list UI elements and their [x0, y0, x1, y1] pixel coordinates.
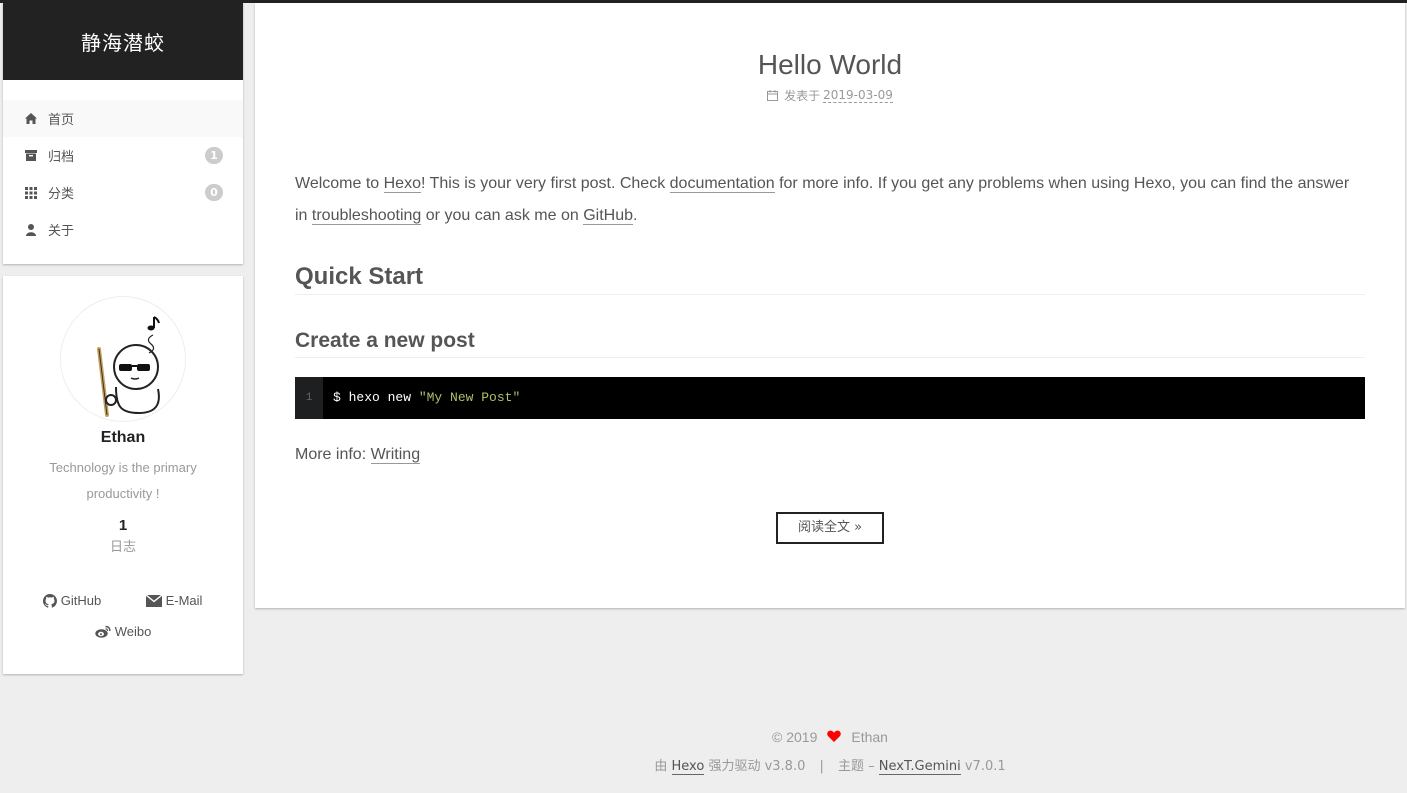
sidebar-header: 静海潜蛟 首页 归档 1 分类 0 关于 — [3, 3, 243, 264]
calendar-icon — [767, 90, 779, 101]
code-line-number: 1 — [295, 377, 323, 419]
menu-item-categories[interactable]: 分类 0 — [3, 174, 243, 211]
posts-count[interactable]: 1 — [3, 517, 243, 534]
code-line: $ hexo new "My New Post" — [323, 382, 520, 414]
author-avatar — [60, 296, 186, 422]
heading-create-post: Create a new post — [295, 327, 1365, 358]
copyright-text: © 2019 — [772, 729, 818, 745]
author-description: Technology is the primary productivity ! — [49, 460, 197, 501]
weibo-icon — [94, 625, 111, 638]
post-card: Hello World 发表于 2019-03-09 Welcome to He… — [255, 3, 1405, 608]
author-profile-card: Ethan Technology is the primary producti… — [3, 276, 243, 674]
read-more-wrap: 阅读全文 » — [295, 512, 1365, 544]
home-icon — [25, 113, 37, 125]
github-label: GitHub — [60, 593, 102, 608]
post-intro-paragraph: Welcome to Hexo! This is your very first… — [295, 168, 1365, 232]
weibo-label: Weibo — [114, 624, 152, 639]
theme-link[interactable]: NexT.Gemini — [878, 759, 961, 775]
read-more-button[interactable]: 阅读全文 » — [775, 512, 885, 544]
powered-suffix: 强力驱动 v3.8.0 — [708, 759, 806, 774]
menu-item-home[interactable]: 首页 — [3, 100, 243, 137]
code-command: $ hexo new — [333, 390, 419, 405]
code-string: "My New Post" — [418, 390, 521, 405]
posts-label[interactable]: 日志 — [3, 536, 243, 555]
weibo-link[interactable]: Weibo — [72, 616, 174, 647]
github-issues-link[interactable]: GitHub — [583, 207, 633, 225]
more-info: More info: Writing — [295, 439, 1365, 471]
footer-separator: | — [819, 759, 824, 774]
text: or you can ask me on — [421, 207, 584, 224]
post-title[interactable]: Hello World — [295, 47, 1365, 83]
heart-icon — [827, 729, 842, 745]
text: Welcome to — [295, 175, 384, 192]
archive-icon — [25, 150, 37, 162]
menu-label: 分类 — [48, 187, 75, 202]
menu-item-about[interactable]: 关于 — [3, 211, 243, 248]
menu-label: 归档 — [48, 150, 75, 165]
footer-copyright: © 2019 Ethan — [255, 727, 1405, 747]
site-title[interactable]: 静海潜蛟 — [81, 27, 165, 56]
email-link[interactable]: E-Mail — [123, 585, 225, 616]
post-body: Welcome to Hexo! This is your very first… — [295, 168, 1365, 471]
menu-item-archives[interactable]: 归档 1 — [3, 137, 243, 174]
author-name: Ethan — [100, 429, 146, 446]
menu-label: 关于 — [48, 224, 75, 239]
post-meta-label: 发表于 — [784, 89, 821, 103]
user-icon — [25, 223, 37, 236]
archives-count-badge: 1 — [205, 147, 223, 164]
theme-prefix: 主题 – — [838, 759, 875, 774]
more-info-label: More info: — [295, 446, 371, 463]
powered-prefix: 由 — [654, 759, 668, 774]
grid-icon — [25, 186, 37, 199]
post-date: 2019-03-09 — [823, 88, 893, 103]
hexo-link[interactable]: Hexo — [383, 175, 421, 193]
email-label: E-Mail — [165, 593, 203, 608]
footer-author: Ethan — [851, 729, 888, 745]
site-brand[interactable]: 静海潜蛟 — [3, 3, 243, 80]
code-block: 1 $ hexo new "My New Post" — [295, 377, 1365, 419]
theme-version: v7.0.1 — [964, 759, 1006, 774]
envelope-icon — [145, 594, 162, 607]
documentation-link[interactable]: documentation — [669, 175, 775, 193]
menu-label: 首页 — [48, 113, 75, 128]
text: . — [632, 207, 638, 224]
post-meta: 发表于 2019-03-09 — [295, 87, 1365, 104]
footer-powered: 由 Hexo 强力驱动 v3.8.0 | 主题 – NexT.Gemini v7… — [255, 755, 1405, 775]
social-links: GitHub E-Mail Weibo — [3, 585, 243, 647]
troubleshooting-link[interactable]: troubleshooting — [311, 207, 422, 225]
main-menu: 首页 归档 1 分类 0 关于 — [3, 100, 243, 248]
writing-link[interactable]: Writing — [370, 446, 421, 464]
text: ! This is your very first post. Check — [420, 175, 670, 192]
github-link[interactable]: GitHub — [21, 585, 123, 616]
footer: © 2019 Ethan 由 Hexo 强力驱动 v3.8.0 | 主题 – N… — [255, 727, 1405, 775]
categories-count-badge: 0 — [205, 184, 223, 201]
github-icon — [42, 593, 57, 608]
heading-quick-start: Quick Start — [295, 262, 1365, 295]
hexo-footer-link[interactable]: Hexo — [671, 759, 705, 775]
